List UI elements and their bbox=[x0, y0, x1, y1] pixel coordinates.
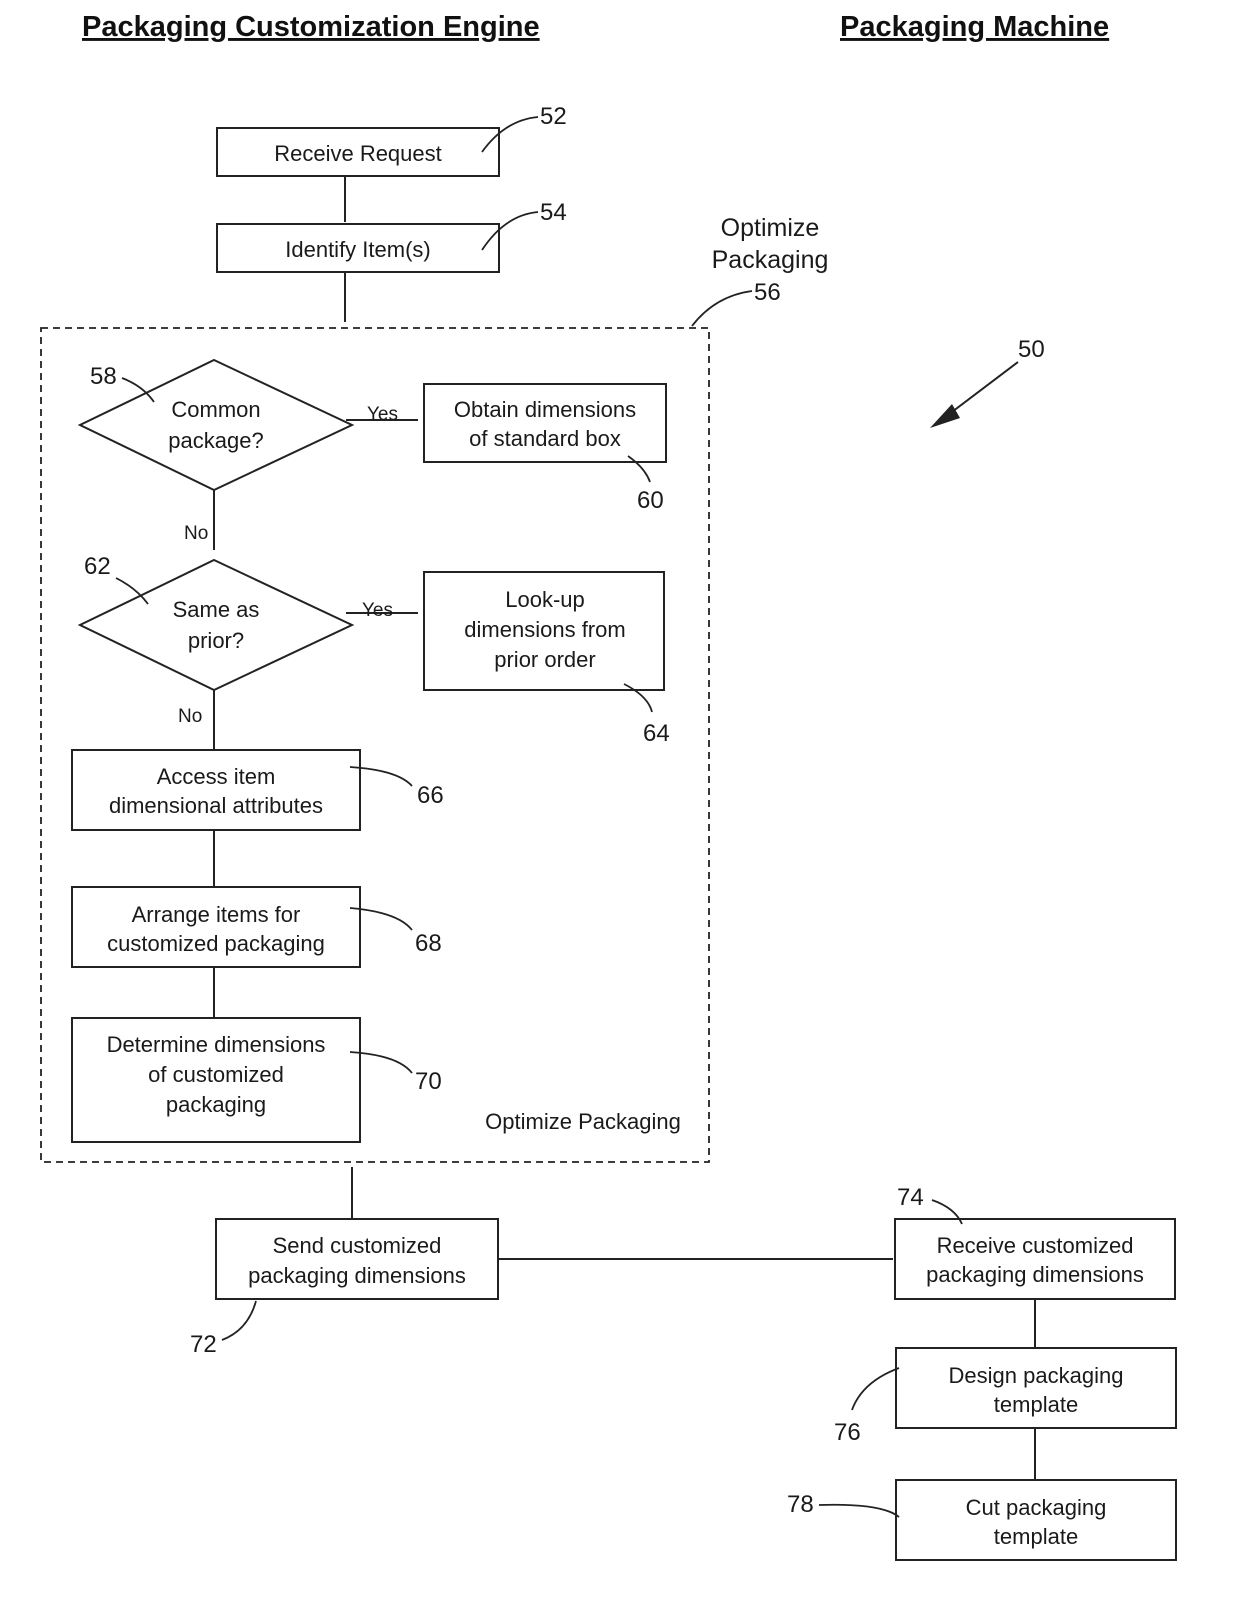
step-label-line: customized packaging bbox=[107, 931, 325, 956]
step-label-line: Identify Item(s) bbox=[285, 237, 430, 262]
decision-common-package: Common package? bbox=[77, 358, 355, 492]
decision-diamond bbox=[77, 558, 355, 692]
ref-62: 62 bbox=[84, 553, 111, 580]
decision-label-line: Common bbox=[171, 397, 260, 422]
edge-label-no: No bbox=[178, 706, 202, 727]
step-design-template: Design packaging template bbox=[895, 1347, 1177, 1429]
step-label-line: packaging dimensions bbox=[248, 1263, 466, 1288]
step-label-line: Receive Request bbox=[274, 141, 442, 166]
step-label-line: Design packaging bbox=[949, 1363, 1124, 1388]
leader-56 bbox=[691, 290, 753, 327]
heading-packaging-machine: Packaging Machine bbox=[840, 11, 1109, 43]
step-label-line: of customized bbox=[148, 1062, 284, 1087]
step-identify-items: Identify Item(s) bbox=[216, 223, 500, 273]
step-determine-dimensions: Determine dimensions of customized packa… bbox=[71, 1017, 361, 1143]
step-label-line: prior order bbox=[494, 647, 595, 672]
step-arrange-items: Arrange items for customized packaging bbox=[71, 886, 361, 968]
step-label-line: Obtain dimensions bbox=[454, 397, 636, 422]
step-label-line: dimensions from bbox=[464, 617, 625, 642]
step-label-line: of standard box bbox=[469, 426, 621, 451]
ref-52: 52 bbox=[540, 103, 567, 130]
step-label-line: Access item bbox=[157, 764, 276, 789]
step-receive-request: Receive Request bbox=[216, 127, 500, 177]
step-label-line: packaging dimensions bbox=[926, 1262, 1144, 1287]
ref-56: 56 bbox=[754, 279, 781, 306]
figure-arrow-head-icon bbox=[930, 404, 960, 428]
ref-70: 70 bbox=[415, 1068, 442, 1095]
ref-74: 74 bbox=[897, 1184, 924, 1211]
step-label-line: dimensional attributes bbox=[109, 793, 323, 818]
edge-label-yes: Yes bbox=[367, 404, 398, 425]
ref-72: 72 bbox=[190, 1331, 217, 1358]
decision-label-line: package? bbox=[168, 428, 263, 453]
flowchart-diagram: Packaging Customization Engine Packaging… bbox=[40, 11, 1177, 1561]
ref-78: 78 bbox=[787, 1491, 814, 1518]
step-obtain-standard-box: Obtain dimensions of standard box bbox=[423, 383, 667, 463]
step-access-attributes: Access item dimensional attributes bbox=[71, 749, 361, 831]
step-label-line: Cut packaging bbox=[966, 1495, 1107, 1520]
step-cut-template: Cut packaging template bbox=[895, 1479, 1177, 1561]
step-label-line: Receive customized bbox=[937, 1233, 1134, 1258]
step-label-line: packaging bbox=[166, 1092, 266, 1117]
leader-76 bbox=[851, 1367, 900, 1411]
step-box bbox=[71, 749, 361, 831]
ref-60: 60 bbox=[637, 487, 664, 514]
step-box bbox=[894, 1218, 1176, 1300]
ref-54: 54 bbox=[540, 199, 567, 226]
step-lookup-prior-order: Look-up dimensions from prior order bbox=[423, 571, 665, 691]
leader-72 bbox=[221, 1300, 257, 1341]
edge-label-yes: Yes bbox=[362, 600, 393, 621]
figure-ref-50: 50 bbox=[1018, 336, 1045, 363]
ref-66: 66 bbox=[417, 782, 444, 809]
edge-label-no: No bbox=[184, 523, 208, 544]
ref-58: 58 bbox=[90, 363, 117, 390]
step-receive-dimensions: Receive customized packaging dimensions bbox=[894, 1218, 1176, 1300]
decision-diamond bbox=[77, 358, 355, 492]
heading-packaging-customization-engine: Packaging Customization Engine bbox=[82, 11, 540, 43]
ref-68: 68 bbox=[415, 930, 442, 957]
group-inner-label: Optimize Packaging bbox=[485, 1109, 681, 1134]
leader-78 bbox=[818, 1503, 900, 1518]
step-label-line: Look-up bbox=[505, 587, 585, 612]
step-label-line: template bbox=[994, 1524, 1078, 1549]
decision-label-line: prior? bbox=[188, 628, 244, 653]
decision-label-line: Same as bbox=[173, 597, 260, 622]
ref-64: 64 bbox=[643, 720, 670, 747]
decision-same-as-prior: Same as prior? bbox=[77, 558, 355, 692]
group-title-line2: Packaging bbox=[712, 246, 829, 274]
step-label-line: Arrange items for bbox=[132, 902, 301, 927]
step-send-dimensions: Send customized packaging dimensions bbox=[215, 1218, 499, 1300]
step-label-line: Determine dimensions bbox=[107, 1032, 326, 1057]
step-label-line: template bbox=[994, 1392, 1078, 1417]
step-label-line: Send customized bbox=[273, 1233, 442, 1258]
ref-76: 76 bbox=[834, 1419, 861, 1446]
group-title-line1: Optimize bbox=[721, 214, 820, 242]
